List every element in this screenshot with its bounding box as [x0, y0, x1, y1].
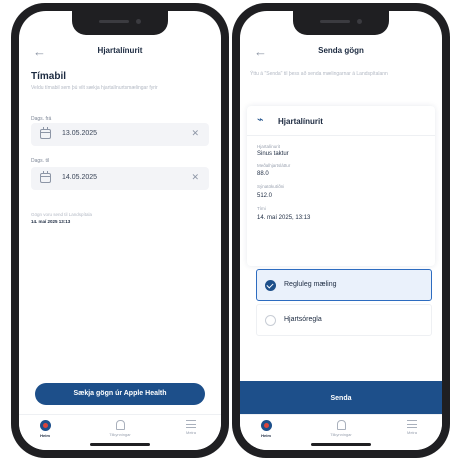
- page-title: Senda gögn: [318, 46, 364, 55]
- field-value: 88.0: [257, 171, 269, 177]
- nav-label: Tilkynningar: [330, 432, 352, 437]
- option-label: Hjartsóregla: [284, 316, 322, 323]
- calendar-icon: [40, 171, 51, 183]
- left-screen: ← Hjartalínurit Tímabil Veldu tímabil se…: [19, 11, 221, 450]
- home-heart-icon: [260, 420, 272, 431]
- nav-label: Meira: [185, 430, 196, 435]
- option-regular-measurement[interactable]: Regluleg mæling: [256, 269, 432, 301]
- field-label: Tími: [257, 206, 266, 211]
- menu-icon: [407, 420, 417, 428]
- close-icon[interactable]: ✕: [191, 128, 199, 139]
- nav-item-home[interactable]: Heim: [25, 420, 65, 438]
- field-label: Meðalhjartsláttur: [257, 163, 291, 168]
- date-to-value: 14.05.2025: [62, 174, 98, 181]
- calendar-icon: [40, 127, 51, 139]
- field-value: 14. maí 2025, 13:13: [257, 215, 311, 221]
- close-icon[interactable]: ✕: [191, 172, 199, 183]
- top-bar: ← Hjartalínurit: [19, 41, 221, 65]
- nav-label: Heim: [261, 433, 271, 438]
- send-description: Ýttu á "Senda" til þess að senda mælinga…: [250, 71, 388, 77]
- date-from-field[interactable]: 13.05.2025 ✕: [31, 123, 209, 146]
- right-screen: ← Senda gögn Ýttu á "Senda" til þess að …: [240, 11, 442, 450]
- nav-item-notifications[interactable]: Tilkynningar: [100, 420, 140, 437]
- field-label: Sýnatökutíðni: [257, 184, 285, 189]
- date-to-field[interactable]: 14.05.2025 ✕: [31, 167, 209, 190]
- top-bar: ← Senda gögn: [240, 41, 442, 65]
- date-from-label: Dags. frá: [31, 116, 52, 122]
- menu-icon: [186, 420, 196, 428]
- nav-label: Meira: [406, 430, 417, 435]
- card-header: ⌁ Hjartalínurit: [247, 106, 435, 136]
- bottom-nav: Heim Tilkynningar Meira: [19, 414, 221, 450]
- nav-item-more[interactable]: Meira: [171, 420, 211, 435]
- option-label: Regluleg mæling: [284, 281, 337, 288]
- section-description: Veldu tímabil sem þú vilt sækja hjartalí…: [31, 85, 158, 91]
- phone-notch: [72, 11, 168, 35]
- right-phone-frame: ← Senda gögn Ýttu á "Senda" til þess að …: [232, 3, 450, 458]
- left-phone-frame: ← Hjartalínurit Tímabil Veldu tímabil se…: [11, 3, 229, 458]
- card-title: Hjartalínurit: [278, 117, 323, 126]
- nav-item-more[interactable]: Meira: [392, 420, 432, 435]
- home-heart-icon: [39, 420, 51, 431]
- nav-label: Tilkynningar: [109, 432, 131, 437]
- date-to-label: Dags. til: [31, 158, 50, 164]
- bell-icon: [336, 420, 346, 430]
- field-label: Hjartalínurit: [257, 144, 281, 149]
- home-indicator: [90, 443, 150, 446]
- field-value: Sinus taktur: [257, 151, 289, 157]
- bell-icon: [115, 420, 125, 430]
- send-button[interactable]: Senda: [240, 381, 442, 416]
- date-from-value: 13.05.2025: [62, 130, 98, 137]
- option-arrhythmia[interactable]: Hjartsóregla: [256, 304, 432, 336]
- home-indicator: [311, 443, 371, 446]
- heartbeat-icon: ⌁: [257, 114, 264, 126]
- nav-item-notifications[interactable]: Tilkynningar: [321, 420, 361, 437]
- check-icon: [265, 280, 276, 291]
- phone-notch: [293, 11, 389, 35]
- radio-icon: [265, 315, 276, 326]
- bottom-nav: Heim Tilkynningar Meira: [240, 414, 442, 450]
- page-title: Hjartalínurit: [97, 46, 143, 55]
- field-value: 512.0: [257, 193, 273, 199]
- last-sent-date: 14. maí 2025 13:13: [31, 219, 71, 224]
- nav-label: Heim: [40, 433, 50, 438]
- fetch-apple-health-button[interactable]: Sækja gögn úr Apple Health: [35, 383, 205, 405]
- last-sent-note: Gögn voru send til Landspítala: [31, 212, 93, 217]
- section-title: Tímabil: [31, 71, 67, 82]
- measurement-card: ⌁ Hjartalínurit Hjartalínurit Sinus takt…: [247, 106, 435, 266]
- nav-item-home[interactable]: Heim: [246, 420, 286, 438]
